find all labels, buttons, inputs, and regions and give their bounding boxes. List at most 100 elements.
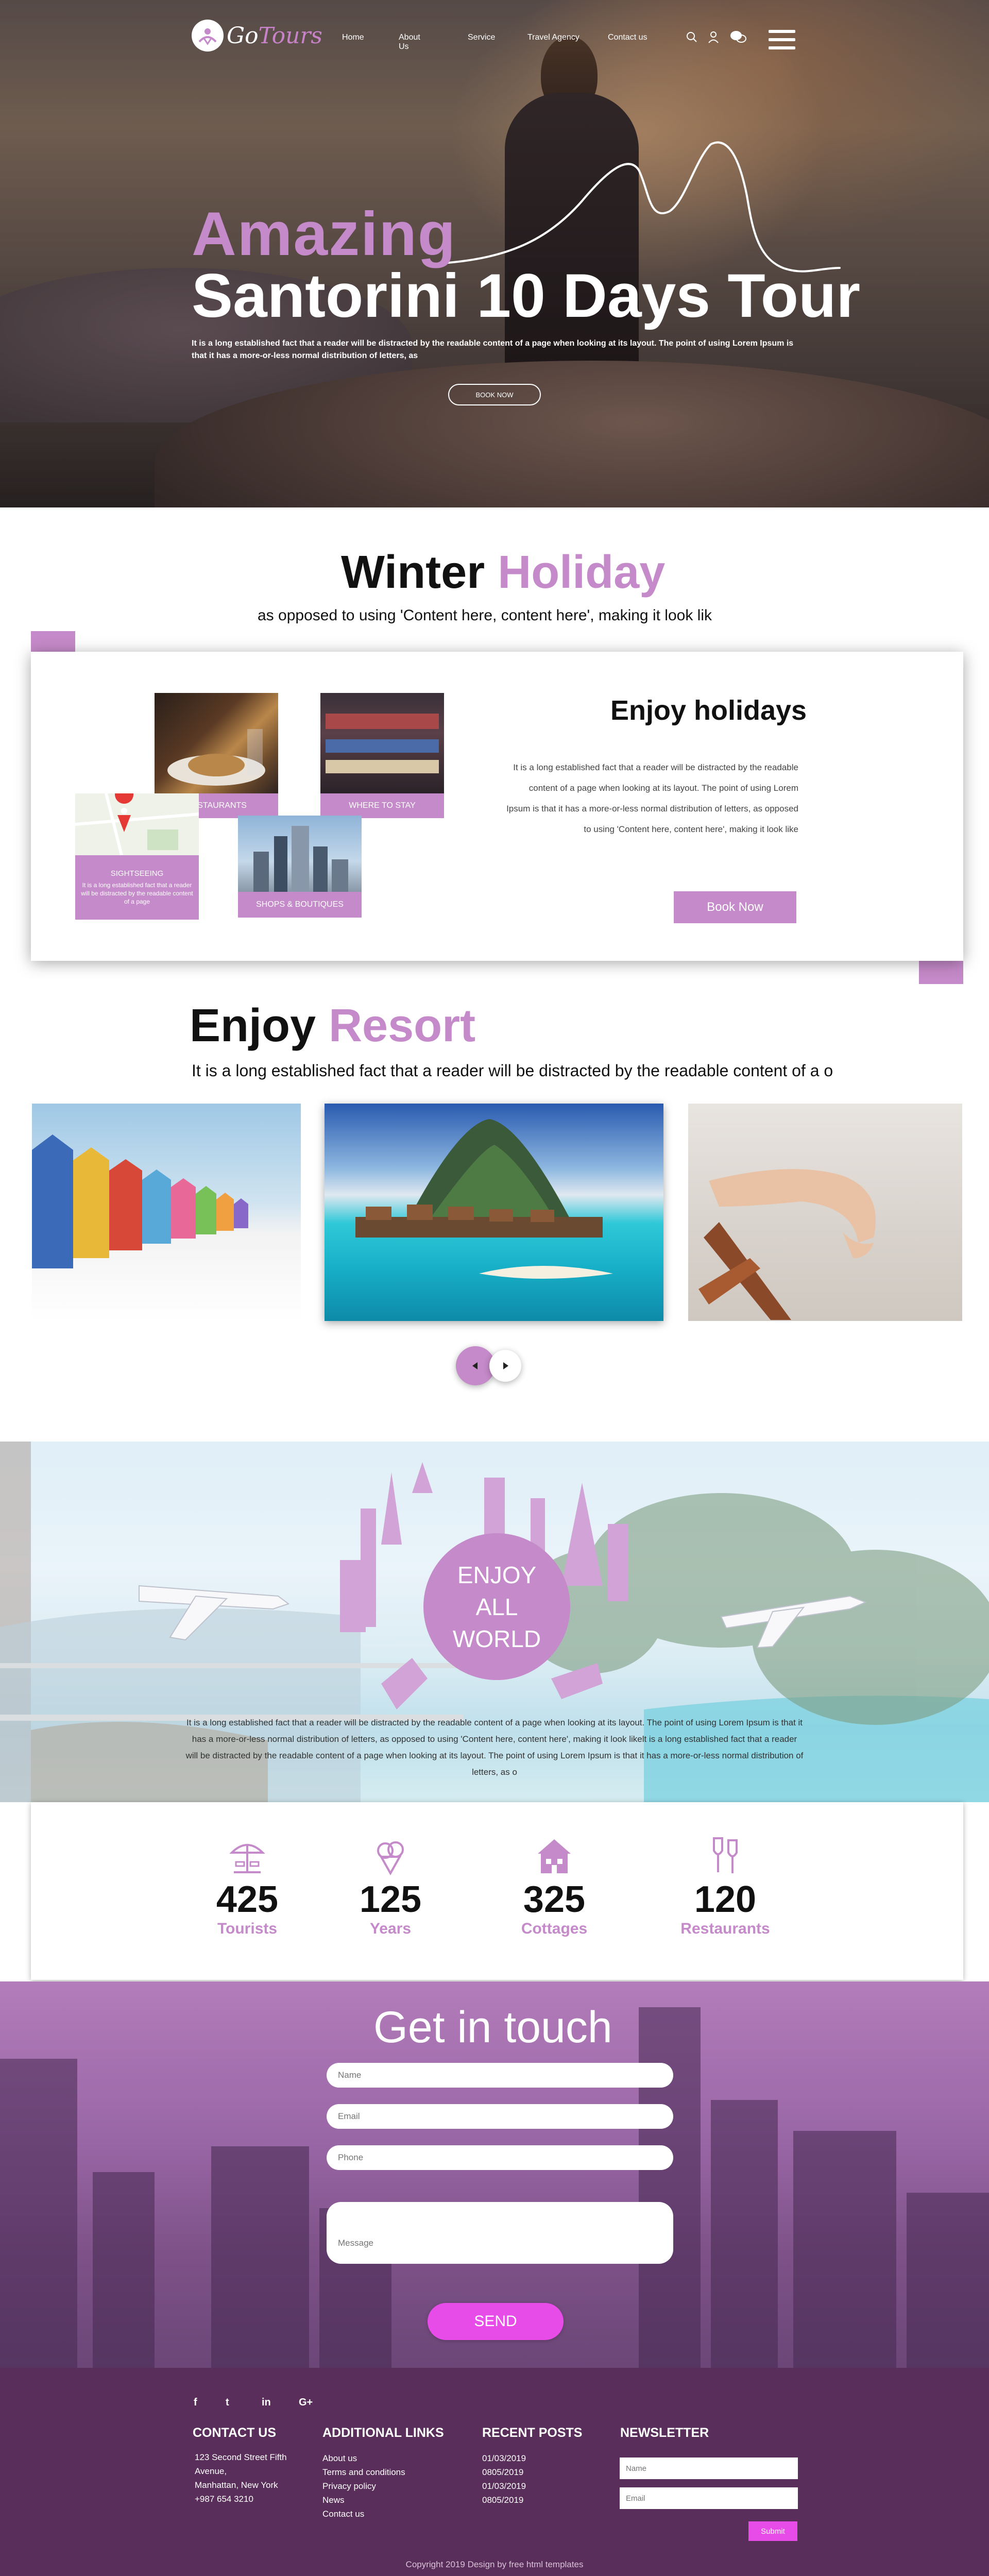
contact-email-field[interactable] (327, 2104, 673, 2129)
footer-newsletter-heading: NEWSLETTER (620, 2426, 709, 2440)
where-to-stay-image (320, 693, 444, 793)
book-now-card-button[interactable]: Book Now (674, 891, 796, 923)
newsletter-submit-button[interactable]: Submit (748, 2521, 797, 2541)
facebook-icon[interactable]: f (194, 2397, 197, 2409)
newsletter-name-field[interactable] (620, 2458, 798, 2479)
stat-restaurants: 120 Restaurants (669, 1835, 782, 1938)
building (793, 2131, 896, 2368)
hero-section: GoTours Home About Us Service Travel Age… (0, 0, 989, 507)
stat-years-value: 125 (359, 1879, 422, 1920)
sightseeing-map-image (75, 793, 199, 855)
get-in-touch-title: Get in touch (373, 2003, 612, 2052)
resort-title-main: Enjoy (190, 1000, 316, 1052)
building (639, 2007, 701, 2368)
resort-photo-bora-bora[interactable] (325, 1104, 663, 1321)
footer-post-item[interactable]: 0805/2019 (482, 2465, 526, 2479)
tile-sightseeing-desc: It is a long established fact that a rea… (81, 882, 193, 905)
menu-hamburger-icon[interactable] (769, 30, 795, 49)
world-line-2: ALL (475, 1593, 518, 1620)
winter-title-main: Winter (341, 547, 485, 598)
slider-next-button[interactable] (489, 1350, 521, 1382)
ice-cream-icon (377, 1841, 404, 1876)
logo-text: GoTours (227, 23, 322, 49)
footer-link-news[interactable]: News (322, 2493, 405, 2507)
footer-contact-heading: CONTACT US (193, 2426, 277, 2440)
cottage-icon (538, 1839, 571, 1873)
linkedin-icon[interactable]: in (262, 2397, 271, 2409)
footer-links-list: About us Terms and conditions Privacy po… (322, 2451, 405, 2521)
stat-years-label: Years (369, 1920, 412, 1937)
hero-description: It is a long established fact that a rea… (192, 339, 794, 360)
stat-tourists-value: 425 (216, 1879, 279, 1920)
stat-tourists: 425 Tourists (206, 1835, 288, 1938)
logo-go: Go (227, 22, 259, 49)
enjoy-world-section: ENJOY ALL WORLD It is a long established… (0, 1442, 989, 1802)
footer-posts-list: 01/03/2019 0805/2019 01/03/2019 0805/201… (482, 2451, 526, 2507)
google-plus-icon[interactable]: G+ (299, 2397, 313, 2409)
arrow-right-icon (503, 1362, 508, 1369)
nav-service[interactable]: Service (468, 33, 495, 42)
building (93, 2172, 155, 2368)
tile-where-to-stay[interactable]: WHERE TO STAY (320, 793, 444, 818)
newsletter-email-field[interactable] (620, 2487, 798, 2509)
footer-address-line: Avenue, (195, 2466, 227, 2476)
enjoy-all-world-badge: ENJOY ALL WORLD (423, 1533, 570, 1680)
tile-sightseeing-label: SIGHTSEEING (110, 869, 164, 878)
resort-subtitle: It is a long established fact that a rea… (192, 1061, 833, 1080)
nav-home[interactable]: Home (342, 33, 364, 42)
user-icon[interactable] (708, 31, 719, 46)
twitter-icon[interactable]: t (226, 2397, 229, 2409)
tile-shops[interactable]: SHOPS & BOUTIQUES (238, 892, 362, 918)
arrow-left-icon (472, 1362, 478, 1369)
logo-icon (192, 20, 224, 52)
building (211, 2146, 309, 2368)
footer-post-item[interactable]: 01/03/2019 (482, 2451, 526, 2465)
contact-name-field[interactable] (327, 2063, 673, 2088)
search-icon[interactable] (686, 31, 697, 45)
send-button[interactable]: SEND (428, 2303, 564, 2340)
footer-post-item[interactable]: 01/03/2019 (482, 2479, 526, 2493)
winter-holiday-title: Winter Holiday (341, 546, 665, 599)
contact-phone-field[interactable] (327, 2145, 673, 2170)
building (0, 2059, 77, 2368)
footer-address-line: Manhattan, New York (195, 2480, 278, 2490)
footer-link-privacy[interactable]: Privacy policy (322, 2479, 405, 2493)
tile-sightseeing[interactable]: SIGHTSEEING It is a long established fac… (75, 855, 199, 920)
footer-contact-list: 123 Second Street Fifth Avenue, Manhatta… (195, 2450, 287, 2506)
chat-icon[interactable] (729, 30, 747, 47)
wine-glasses-icon (713, 1837, 738, 1873)
book-now-button[interactable]: BOOK NOW (448, 384, 541, 405)
stat-cottages-value: 325 (523, 1879, 586, 1920)
resort-photo-beach-huts[interactable] (32, 1104, 301, 1321)
decor-box-right (919, 959, 963, 984)
footer-posts-heading: RECENT POSTS (482, 2426, 583, 2440)
logo-tours: Tours (258, 22, 323, 49)
footer-link-contact[interactable]: Contact us (322, 2507, 405, 2521)
enjoy-resort-title: Enjoy Resort (190, 999, 475, 1053)
decor-box-left (31, 631, 75, 653)
footer-post-item[interactable]: 0805/2019 (482, 2493, 526, 2507)
winter-subtitle: as opposed to using 'Content here, conte… (258, 607, 712, 624)
footer: f t in G+ CONTACT US 123 Second Street F… (0, 2368, 989, 2576)
stat-cottages: 325 Cottages (508, 1835, 601, 1938)
contact-section: Get in touch SEND (0, 1981, 989, 2368)
resort-photo-lounge[interactable] (688, 1104, 962, 1321)
building (907, 2193, 989, 2368)
header-icons (686, 30, 747, 47)
stat-years: 125 Years (349, 1835, 432, 1938)
footer-link-about[interactable]: About us (322, 2451, 405, 2465)
hero-amazing: Amazing (192, 199, 457, 268)
footer-link-terms[interactable]: Terms and conditions (322, 2465, 405, 2479)
world-line-1: ENJOY (457, 1561, 537, 1588)
logo[interactable]: GoTours (192, 20, 322, 52)
footer-links-heading: ADDITIONAL LINKS (322, 2426, 444, 2440)
stat-restaurants-label: Restaurants (680, 1920, 770, 1937)
hero-title: Santorini 10 Days Tour (192, 261, 861, 330)
winter-title-highlight: Holiday (498, 547, 666, 598)
contact-message-field[interactable] (327, 2202, 673, 2264)
nav-travel-agency[interactable]: Travel Agency (527, 33, 579, 42)
nav-about-us[interactable]: About Us (399, 33, 420, 52)
beach-umbrella-icon (229, 1844, 265, 1873)
nav-contact-us[interactable]: Contact us (608, 33, 647, 42)
footer-address-line: 123 Second Street Fifth (195, 2452, 287, 2462)
